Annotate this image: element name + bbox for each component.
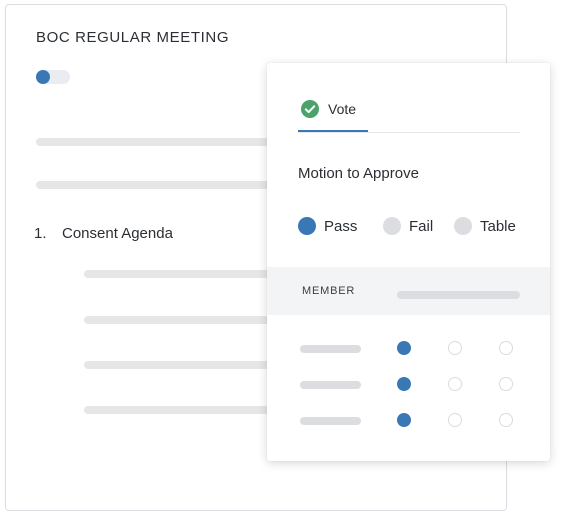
tab-vote[interactable]: Vote — [298, 63, 368, 132]
radio-unselected-icon — [383, 217, 401, 235]
vote-table-cell[interactable] — [499, 413, 513, 427]
vote-fail-cell[interactable] — [448, 377, 462, 391]
placeholder-line — [36, 181, 272, 189]
member-vote-row — [267, 377, 550, 393]
motion-title: Motion to Approve — [298, 165, 419, 182]
meeting-title: BOC REGULAR MEETING — [36, 29, 230, 46]
radio-unselected-icon — [454, 217, 472, 235]
member-vote-row — [267, 413, 550, 429]
vote-table-cell[interactable] — [499, 377, 513, 391]
member-name-placeholder — [300, 417, 361, 425]
tab-vote-label: Vote — [328, 101, 357, 117]
option-table-label: Table — [480, 218, 516, 235]
placeholder-line — [84, 316, 272, 324]
option-pass-label: Pass — [324, 218, 358, 235]
member-name-placeholder — [300, 345, 361, 353]
vote-panel: Vote Motion to Approve Pass Fail Table M… — [267, 63, 550, 461]
member-column-header: MEMBER — [302, 285, 356, 297]
toggle-knob — [36, 70, 50, 84]
vote-table-cell[interactable] — [499, 341, 513, 355]
vote-fail-cell[interactable] — [448, 341, 462, 355]
agenda-item-label: Consent Agenda — [62, 225, 173, 242]
vote-pass-cell[interactable] — [397, 413, 411, 427]
vote-fail-cell[interactable] — [448, 413, 462, 427]
placeholder-line — [84, 361, 272, 369]
member-name-placeholder — [300, 381, 361, 389]
member-vote-row — [267, 341, 550, 357]
vote-pass-cell[interactable] — [397, 341, 411, 355]
member-table-header: MEMBER — [267, 267, 550, 315]
check-circle-icon — [301, 100, 319, 118]
meeting-toggle[interactable] — [36, 70, 70, 84]
radio-selected-icon — [298, 217, 316, 235]
header-placeholder-bar — [397, 291, 520, 299]
tab-bar: Vote — [298, 63, 520, 133]
placeholder-line — [36, 138, 272, 146]
placeholder-line — [84, 406, 272, 414]
option-fail-label: Fail — [409, 218, 434, 235]
agenda-item-consent[interactable]: 1. Consent Agenda — [34, 225, 173, 242]
agenda-item-number: 1. — [34, 225, 47, 242]
vote-pass-cell[interactable] — [397, 377, 411, 391]
placeholder-line — [84, 270, 272, 278]
